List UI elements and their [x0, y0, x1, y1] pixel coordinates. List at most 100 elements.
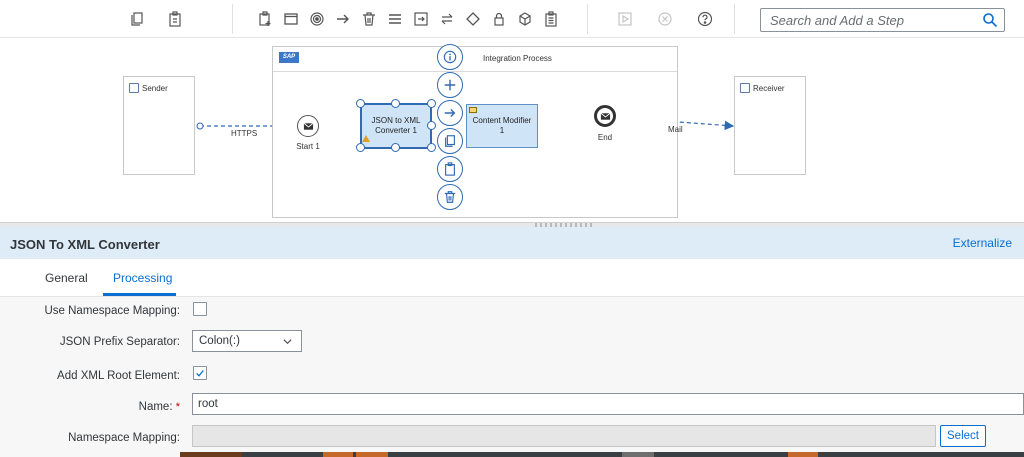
strip-segment	[622, 452, 654, 457]
paste-button[interactable]	[437, 156, 463, 182]
integration-flow-editor: Sender Receiver SAP Integration Process …	[0, 0, 1024, 457]
search-icon[interactable]	[982, 12, 998, 28]
flow-canvas[interactable]: Sender Receiver SAP Integration Process …	[0, 38, 1024, 222]
strip-segment	[356, 452, 388, 457]
window-icon[interactable]	[278, 6, 304, 32]
properties-tabs: General Processing	[0, 259, 1024, 297]
toolbar-separator	[232, 4, 233, 34]
run-icon[interactable]	[612, 6, 638, 32]
cube-icon[interactable]	[512, 6, 538, 32]
connection-mail-label: Mail	[668, 125, 683, 134]
add-step-icon[interactable]	[252, 6, 278, 32]
menu-lines-icon[interactable]	[382, 6, 408, 32]
start-event[interactable]	[297, 115, 319, 137]
copy-button[interactable]	[437, 128, 463, 154]
export-icon[interactable]	[408, 6, 434, 32]
cancel-run-icon[interactable]	[652, 6, 678, 32]
json-prefix-separator-label: JSON Prefix Separator:	[59, 336, 180, 348]
sender-participant[interactable]: Sender	[123, 76, 195, 175]
connection-https-start	[196, 122, 204, 130]
use-namespace-mapping-label: Use Namespace Mapping:	[44, 305, 180, 317]
task2-label: Content Modifier 1	[472, 116, 532, 135]
use-namespace-mapping-checkbox[interactable]	[193, 302, 207, 316]
paste-icon[interactable]	[162, 6, 188, 32]
toolbar-separator	[587, 4, 588, 34]
add-xml-root-checkbox[interactable]	[193, 366, 207, 380]
namespace-mapping-input[interactable]	[192, 425, 936, 447]
properties-header: JSON To XML Converter Externalize	[0, 227, 1024, 259]
resize-handle[interactable]	[391, 99, 400, 108]
envelope-icon	[303, 122, 313, 130]
name-label: Name: *	[0, 401, 180, 413]
search-step-box	[760, 8, 1005, 32]
search-step-input[interactable]	[761, 9, 977, 31]
clipboard-list-icon[interactable]	[538, 6, 564, 32]
diamond-icon[interactable]	[460, 6, 486, 32]
add-button[interactable]	[437, 72, 463, 98]
swap-icon[interactable]	[434, 6, 460, 32]
task1-label: JSON to XML Converter 1	[371, 116, 421, 135]
delete-button[interactable]	[437, 184, 463, 210]
connect-arrow-icon[interactable]	[330, 6, 356, 32]
start-event-label: Start 1	[296, 142, 320, 151]
help-icon[interactable]	[692, 6, 718, 32]
plus-icon	[444, 79, 456, 91]
delete-icon[interactable]	[356, 6, 382, 32]
info-button[interactable]	[437, 44, 463, 70]
toolbar	[0, 0, 1024, 38]
info-icon	[443, 50, 457, 64]
resize-handle[interactable]	[356, 143, 365, 152]
name-label-text: Name:	[138, 401, 173, 413]
active-tab-indicator	[103, 293, 176, 296]
required-mark: *	[175, 401, 180, 413]
copy-icon	[445, 135, 455, 147]
toolbar-separator	[734, 4, 735, 34]
process-header: SAP Integration Process	[273, 47, 677, 72]
participant-icon	[129, 83, 139, 93]
add-xml-root-label: Add XML Root Element:	[57, 370, 180, 382]
toolbar-group-run	[612, 0, 718, 38]
end-event[interactable]	[594, 105, 616, 127]
arrow-right-icon	[444, 109, 456, 117]
receiver-participant[interactable]: Receiver	[734, 76, 806, 175]
name-input[interactable]	[192, 393, 1024, 415]
end-event-label: End	[597, 133, 613, 142]
processing-form: Use Namespace Mapping: JSON Prefix Separ…	[0, 297, 1024, 457]
target-icon[interactable]	[304, 6, 330, 32]
toolbar-group-edit	[252, 0, 564, 38]
resize-handle[interactable]	[427, 121, 436, 130]
namespace-mapping-label: Namespace Mapping:	[68, 432, 180, 444]
resize-handle[interactable]	[427, 99, 436, 108]
warning-icon	[362, 135, 370, 142]
sap-logo: SAP	[279, 52, 299, 63]
paste-icon	[445, 162, 455, 176]
tab-processing[interactable]: Processing	[113, 271, 172, 285]
tab-general[interactable]: General	[45, 271, 88, 285]
envelope-icon	[600, 112, 610, 120]
connection-https-label: HTTPS	[231, 129, 258, 138]
taskbar-strip	[0, 452, 1024, 457]
json-prefix-separator-value: Colon(:)	[199, 335, 240, 347]
resize-handle[interactable]	[427, 143, 436, 152]
resize-handle[interactable]	[356, 99, 365, 108]
resize-handle[interactable]	[391, 143, 400, 152]
strip-segment	[323, 452, 353, 457]
sender-label: Sender	[142, 84, 168, 93]
process-title: Integration Process	[483, 54, 552, 63]
lock-icon[interactable]	[486, 6, 512, 32]
strip-segment	[788, 452, 818, 457]
participant-icon	[740, 83, 750, 93]
strip-segment	[180, 452, 242, 457]
json-prefix-separator-select[interactable]: Colon(:)	[192, 330, 302, 352]
receiver-label: Receiver	[753, 84, 785, 93]
properties-title: JSON To XML Converter	[10, 237, 160, 252]
copy-icon[interactable]	[124, 6, 150, 32]
properties-panel: JSON To XML Converter Externalize Genera…	[0, 227, 1024, 457]
externalize-link[interactable]: Externalize	[953, 236, 1012, 250]
chevron-down-icon	[283, 339, 292, 345]
trash-icon	[444, 191, 456, 203]
select-button[interactable]: Select	[940, 425, 986, 447]
connect-button[interactable]	[437, 100, 463, 126]
toolbar-group-clipboard	[124, 0, 188, 38]
modifier-icon	[469, 107, 477, 113]
